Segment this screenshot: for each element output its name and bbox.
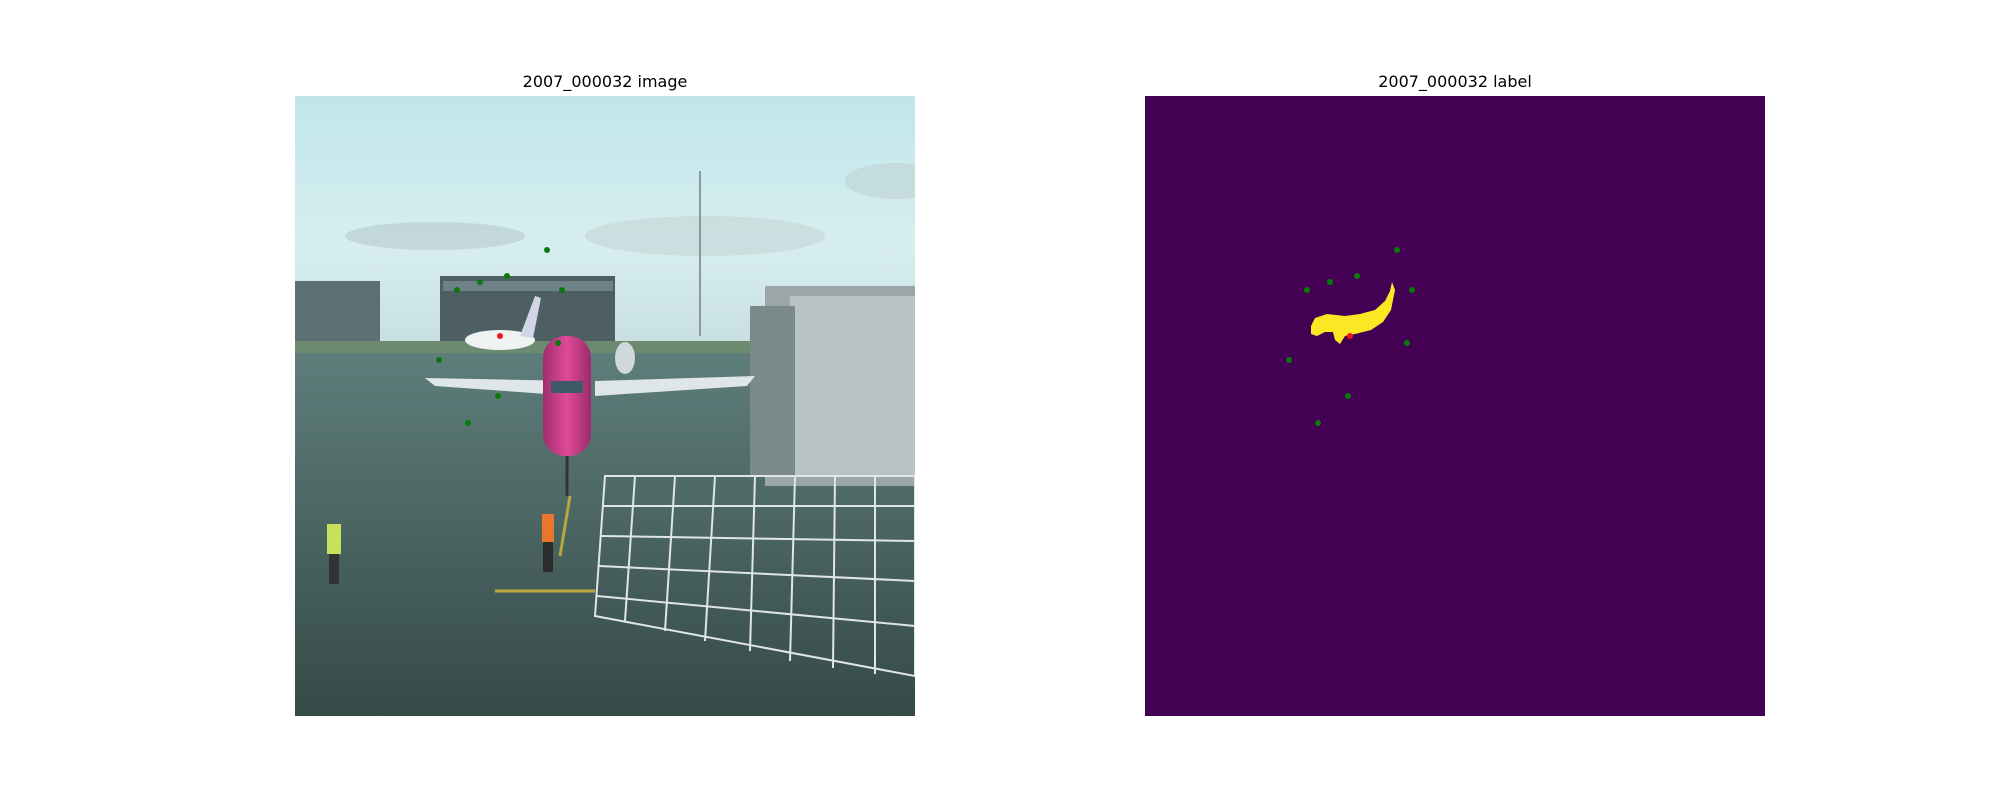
jet-bridge-tunnel xyxy=(790,296,915,476)
airport-photo xyxy=(295,96,915,716)
negative-point xyxy=(1345,393,1351,399)
fuselage xyxy=(543,336,591,456)
jet-bridge-door xyxy=(750,306,795,476)
positive-point xyxy=(1347,333,1353,339)
marshaller-legs xyxy=(543,542,553,572)
ground-staff-left xyxy=(327,524,341,554)
negative-point xyxy=(1286,357,1292,363)
cockpit-window xyxy=(551,381,583,393)
negative-point xyxy=(544,247,550,253)
engine xyxy=(615,342,635,374)
positive-point xyxy=(497,333,503,339)
negative-point xyxy=(1404,340,1410,346)
photo-panel xyxy=(295,96,915,716)
negative-point xyxy=(495,393,501,399)
negative-point xyxy=(436,357,442,363)
background-region xyxy=(1145,96,1765,716)
negative-point xyxy=(454,287,460,293)
negative-point xyxy=(1394,247,1400,253)
ground-staff-left-legs xyxy=(329,554,339,584)
hangar-roof xyxy=(443,281,613,291)
label-panel-title: 2007_000032 label xyxy=(1378,72,1532,91)
negative-point xyxy=(1304,287,1310,293)
negative-point xyxy=(465,420,471,426)
label-panel xyxy=(1145,96,1765,716)
negative-point xyxy=(1315,420,1321,426)
marshaller xyxy=(542,514,554,542)
cloud xyxy=(585,216,825,256)
negative-point xyxy=(1409,287,1415,293)
negative-point xyxy=(1327,279,1333,285)
hangar-left xyxy=(295,281,380,341)
image-panel-title: 2007_000032 image xyxy=(522,72,688,91)
negative-point xyxy=(555,340,561,346)
negative-point xyxy=(477,279,483,285)
negative-point xyxy=(559,287,565,293)
cloud xyxy=(345,222,525,250)
negative-point xyxy=(1354,273,1360,279)
negative-point xyxy=(504,273,510,279)
segmentation-mask xyxy=(1145,96,1765,716)
